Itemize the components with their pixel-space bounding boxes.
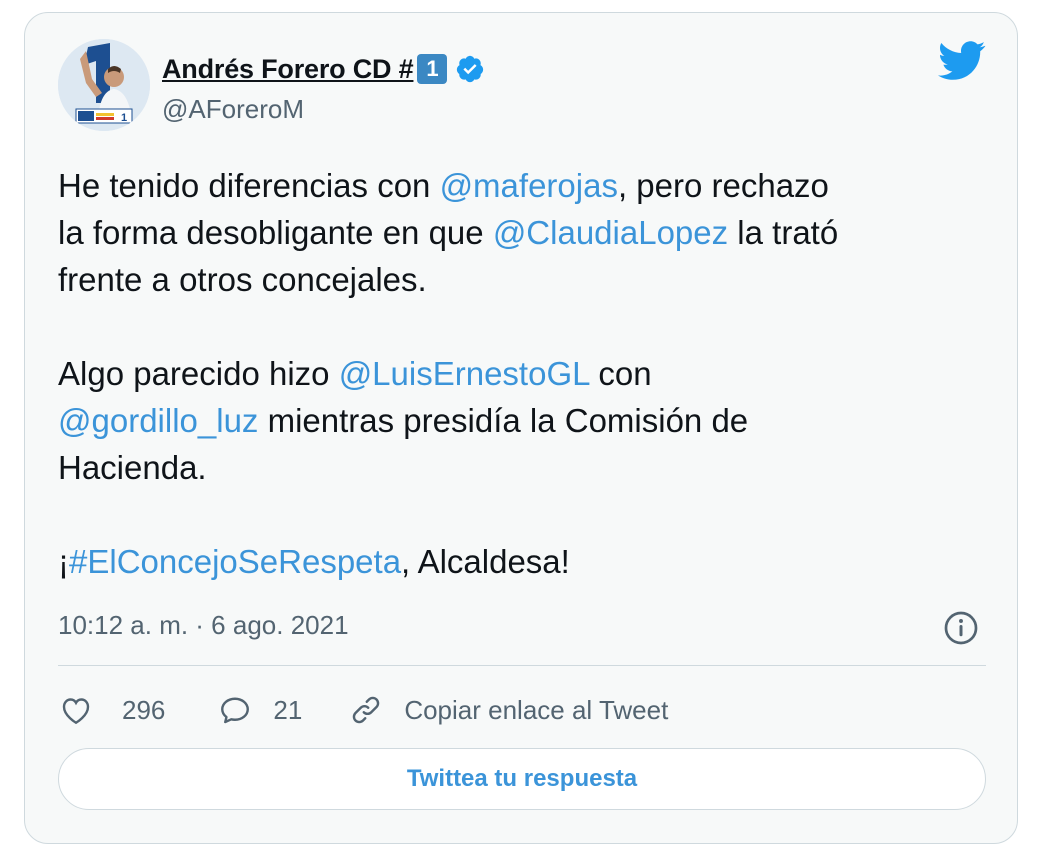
copy-link-label: Copiar enlace al Tweet [404, 694, 669, 725]
tweet-line: ¡#ElConcejoSeRespeta, Alcaldesa! [58, 543, 570, 580]
author-name[interactable]: Andrés Forero CD # [162, 54, 414, 85]
mention-link[interactable]: @LuisErnestoGL [339, 355, 590, 392]
reply-button[interactable]: 21 [217, 692, 302, 728]
tweet-line: Hacienda. [58, 449, 207, 486]
reply-bubble-icon [221, 697, 250, 724]
author-handle[interactable]: @AForeroM [162, 94, 304, 125]
tweet-line: @gordillo_luz mientras presidía la Comis… [58, 402, 749, 439]
like-count: 296 [122, 694, 166, 725]
like-button[interactable]: 296 [58, 692, 165, 728]
tweet-line: Algo parecido hizo @LuisErnestoGL con [58, 355, 652, 392]
hashtag-link[interactable]: #ElConcejoSeRespeta [69, 543, 401, 580]
mention-link[interactable]: @ClaudiaLopez [493, 214, 728, 251]
tweet-line: frente a otros concejales. [58, 261, 427, 298]
tweet-reply-button[interactable]: Twittea tu respuesta [58, 748, 986, 810]
reply-count: 21 [273, 694, 303, 725]
info-icon[interactable] [943, 610, 979, 646]
link-icon [353, 696, 380, 724]
tweet-text: He tenido diferencias con @maferojas, pe… [58, 162, 998, 585]
author-name-row[interactable]: Andrés Forero CD # 1 [162, 52, 485, 86]
avatar[interactable]: 1 [58, 39, 150, 131]
tweet-timestamp[interactable]: 10:12 a. m. · 6 ago. 2021 [58, 610, 349, 641]
twitter-bird-icon[interactable] [938, 41, 986, 81]
avatar-logo-number: 1 [121, 112, 127, 124]
heart-icon [62, 698, 90, 725]
copy-link-button[interactable]: Copiar enlace al Tweet [348, 692, 668, 728]
tweet-line: He tenido diferencias con @maferojas, pe… [58, 167, 829, 204]
tweet-line: la forma desobligante en que @ClaudiaLop… [58, 214, 839, 251]
verified-badge-icon [457, 55, 484, 83]
mention-link[interactable]: @maferojas [440, 167, 618, 204]
divider [58, 665, 986, 666]
action-bar: 296 21 Copiar enlace al Tweet [58, 686, 668, 734]
mention-link[interactable]: @gordillo_luz [58, 402, 258, 439]
keycap-one-emoji: 1 [417, 54, 448, 84]
